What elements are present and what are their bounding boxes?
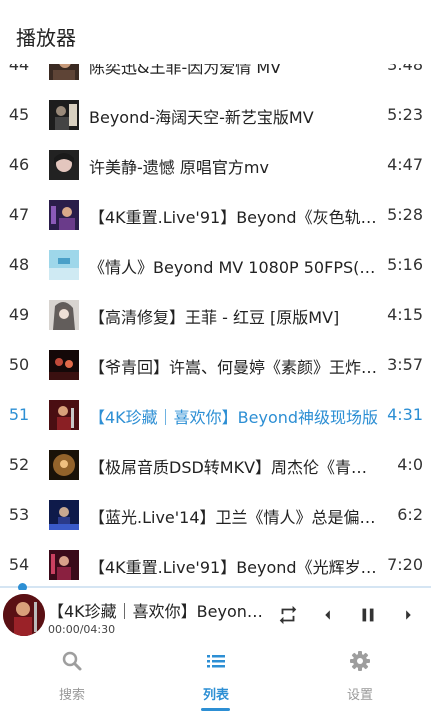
pause-button[interactable] (357, 604, 379, 626)
thumbnail (49, 500, 79, 530)
next-button[interactable] (397, 604, 419, 626)
app-bar: 播放器 (0, 0, 431, 64)
track-duration: 6:2 (397, 505, 423, 524)
gear-icon (350, 651, 370, 671)
thumbnail (49, 400, 79, 430)
track-title: 【4K重置.Live'91】Beyond《光辉岁月》 (89, 558, 381, 577)
track-title: 【爷青回】许嵩、何曼婷《素颜》王炸神曲 (89, 358, 381, 377)
track-title: Beyond-海阔天空-新艺宝版MV (89, 108, 314, 127)
list-item[interactable]: 49 【高清修复】王菲 - 红豆 [原版MV] 4:15 (0, 290, 431, 340)
track-number: 54 (8, 555, 30, 574)
track-title: 许美静-遗憾 原唱官方mv (89, 158, 269, 177)
playback-time: 00:00/04:30 (48, 623, 116, 636)
now-playing-title: 【4K珍藏｜喜欢你】Beyond神级现场版 (48, 602, 266, 621)
list-item[interactable]: 46 许美静-遗憾 原唱官方mv 4:47 (0, 140, 431, 190)
tab-label: 列表 (202, 688, 229, 703)
list-item[interactable]: 54 【4K重置.Live'91】Beyond《光辉岁月》 7:20 (0, 540, 431, 588)
track-title: 【高清修复】王菲 - 红豆 [原版MV] (89, 308, 340, 327)
thumbnail (49, 250, 79, 280)
track-number: 47 (8, 205, 30, 224)
list-item[interactable]: 52 【极屌音质DSD转MKV】周杰伦《青花瓷》 4:0 (0, 440, 431, 490)
track-duration: 5:16 (387, 255, 423, 274)
tab-list[interactable]: 列表 (144, 642, 288, 712)
previous-icon (325, 610, 330, 620)
track-number: 46 (8, 155, 30, 174)
album-cover[interactable] (3, 594, 45, 636)
list-item[interactable]: 50 【爷青回】许嵩、何曼婷《素颜》王炸神曲 3:57 (0, 340, 431, 390)
pause-icon (362, 608, 374, 622)
tab-search[interactable]: 搜索 (0, 642, 144, 712)
thumbnail (49, 300, 79, 330)
thumbnail (49, 550, 79, 580)
tab-label: 搜索 (58, 688, 85, 703)
playlist[interactable]: 44 陈奕迅&王菲-因为爱情 MV 3:48 45 Beyond-海阔天空-新艺… (0, 40, 431, 588)
repeat-icon (279, 605, 297, 625)
track-duration: 4:0 (397, 455, 423, 474)
track-title: 《情人》Beyond MV 1080P 50FPS(CC字幕) (89, 258, 381, 277)
track-number: 49 (8, 305, 30, 324)
track-number: 51 (8, 405, 30, 424)
list-item[interactable]: 48 《情人》Beyond MV 1080P 50FPS(CC字幕) 5:16 (0, 240, 431, 290)
repeat-button[interactable] (277, 604, 299, 626)
tab-settings[interactable]: 设置 (288, 642, 431, 712)
track-number: 50 (8, 355, 30, 374)
track-number: 53 (8, 505, 30, 524)
track-title: 【4K珍藏｜喜欢你】Beyond神级现场版 (89, 408, 379, 427)
page-title: 播放器 (16, 26, 76, 50)
bottom-navigation: 搜索 列表 设置 (0, 642, 431, 712)
list-item[interactable]: 47 【4K重置.Live'91】Beyond《灰色轨迹》 5:28 (0, 190, 431, 240)
list-item[interactable]: 53 【蓝光.Live'14】卫兰《情人》总是偏爱现场 6:2 (0, 490, 431, 540)
thumbnail (49, 200, 79, 230)
track-duration: 4:31 (387, 405, 423, 424)
thumbnail (49, 100, 79, 130)
thumbnail (49, 450, 79, 480)
track-number: 48 (8, 255, 30, 274)
track-duration: 5:23 (387, 105, 423, 124)
list-item-active[interactable]: 51 【4K珍藏｜喜欢你】Beyond神级现场版 4:31 (0, 390, 431, 440)
track-duration: 5:28 (387, 205, 423, 224)
list-icon (207, 655, 225, 668)
next-icon (406, 610, 411, 620)
track-title: 【蓝光.Live'14】卫兰《情人》总是偏爱现场 (89, 508, 381, 527)
track-title: 【极屌音质DSD转MKV】周杰伦《青花瓷》 (89, 458, 381, 477)
track-title: 【4K重置.Live'91】Beyond《灰色轨迹》 (89, 208, 381, 227)
track-duration: 3:57 (387, 355, 423, 374)
thumbnail (49, 350, 79, 380)
track-number: 52 (8, 455, 30, 474)
track-number: 45 (8, 105, 30, 124)
track-duration: 4:15 (387, 305, 423, 324)
playback-progress-track[interactable] (0, 586, 431, 588)
tab-label: 设置 (346, 688, 373, 703)
thumbnail (49, 150, 79, 180)
track-duration: 7:20 (387, 555, 423, 574)
list-item[interactable]: 45 Beyond-海阔天空-新艺宝版MV 5:23 (0, 90, 431, 140)
mini-player: 【4K珍藏｜喜欢你】Beyond神级现场版 00:00/04:30 (0, 590, 431, 642)
search-icon (62, 651, 82, 671)
track-duration: 4:47 (387, 155, 423, 174)
active-tab-indicator (201, 708, 230, 711)
previous-button[interactable] (317, 604, 339, 626)
